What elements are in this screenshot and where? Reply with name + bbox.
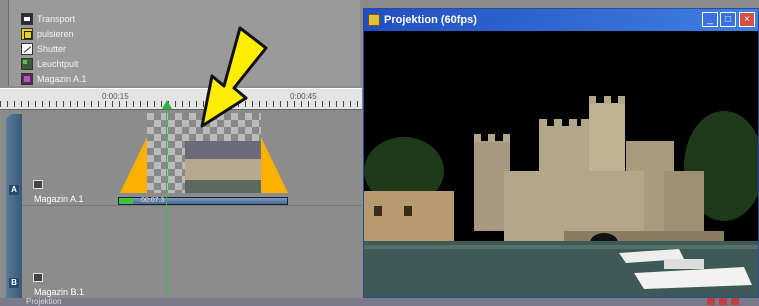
- minimize-button[interactable]: _: [702, 12, 718, 27]
- camera-icon[interactable]: [33, 180, 43, 189]
- effect-item-pulsieren[interactable]: pulsieren: [21, 27, 181, 41]
- clip-bar[interactable]: 00:07.3: [118, 197, 288, 205]
- effect-item-magazin[interactable]: Magazin A.1: [21, 72, 181, 86]
- camera-icon[interactable]: [33, 273, 43, 282]
- status-icons: [707, 298, 739, 305]
- castle-photo: [364, 31, 758, 297]
- status-icon[interactable]: [707, 298, 715, 305]
- app-icon: [368, 14, 380, 26]
- timeline-ruler[interactable]: 0:00:15 0:00:45: [0, 88, 362, 110]
- effect-item-leuchtpult[interactable]: Leuchtpult: [21, 57, 181, 71]
- effect-item-label: Magazin A.1: [37, 74, 87, 84]
- track-letter-b[interactable]: B: [9, 278, 19, 288]
- clip-duration: 00:07.3: [141, 197, 165, 204]
- transport-icon: [21, 13, 33, 25]
- status-icon[interactable]: [731, 298, 739, 305]
- projection-view: [364, 31, 758, 297]
- magazin-icon: [21, 73, 33, 85]
- effect-item-label: Leuchtpult: [37, 59, 79, 69]
- effect-list-panel: Transport pulsieren Shutter Leuchtpult M…: [8, 0, 360, 86]
- pulse-icon: [21, 28, 33, 40]
- fade-out-handle[interactable]: [261, 137, 288, 193]
- shutter-icon: [21, 43, 33, 55]
- status-bar: Projektion: [0, 297, 759, 306]
- track-area[interactable]: A B Magazin A.1 Magazin B.1 00:07.3: [0, 110, 362, 300]
- effect-item-shutter[interactable]: Shutter: [21, 42, 181, 56]
- status-text: Projektion: [26, 297, 62, 306]
- lightbox-icon: [21, 58, 33, 70]
- playhead-line[interactable]: [166, 110, 167, 300]
- clip-start-marker: [119, 198, 133, 204]
- projection-titlebar[interactable]: Projektion (60fps) _ □ ×: [364, 9, 758, 31]
- window-title: Projektion (60fps): [384, 14, 477, 26]
- close-button[interactable]: ×: [739, 12, 755, 27]
- playhead-marker-icon[interactable]: [162, 100, 172, 109]
- clip-thumbnail-image: [185, 141, 261, 193]
- ruler-time-label: 0:00:15: [102, 92, 129, 101]
- track-letter-a[interactable]: A: [9, 185, 19, 195]
- ruler-time-label: 0:00:45: [290, 92, 317, 101]
- castle-wall: [504, 171, 644, 241]
- ruler-ticks: [0, 101, 362, 107]
- effect-item-label: Transport: [37, 14, 76, 24]
- fade-in-handle[interactable]: [120, 137, 147, 193]
- effect-list: Transport pulsieren Shutter Leuchtpult M…: [0, 0, 362, 88]
- maximize-button[interactable]: □: [720, 12, 736, 27]
- track-row-b[interactable]: [22, 206, 362, 300]
- track-label-b: Magazin B.1: [34, 287, 85, 297]
- track-label-a: Magazin A.1: [34, 194, 84, 204]
- effect-item-label: pulsieren: [37, 29, 74, 39]
- effect-item-label: Shutter: [37, 44, 67, 54]
- arrow-icon: [200, 26, 268, 128]
- effect-item-transport[interactable]: Transport: [21, 12, 181, 26]
- status-icon[interactable]: [719, 298, 727, 305]
- projection-window[interactable]: Projektion (60fps) _ □ ×: [363, 8, 759, 298]
- track-sidebar: [6, 114, 22, 300]
